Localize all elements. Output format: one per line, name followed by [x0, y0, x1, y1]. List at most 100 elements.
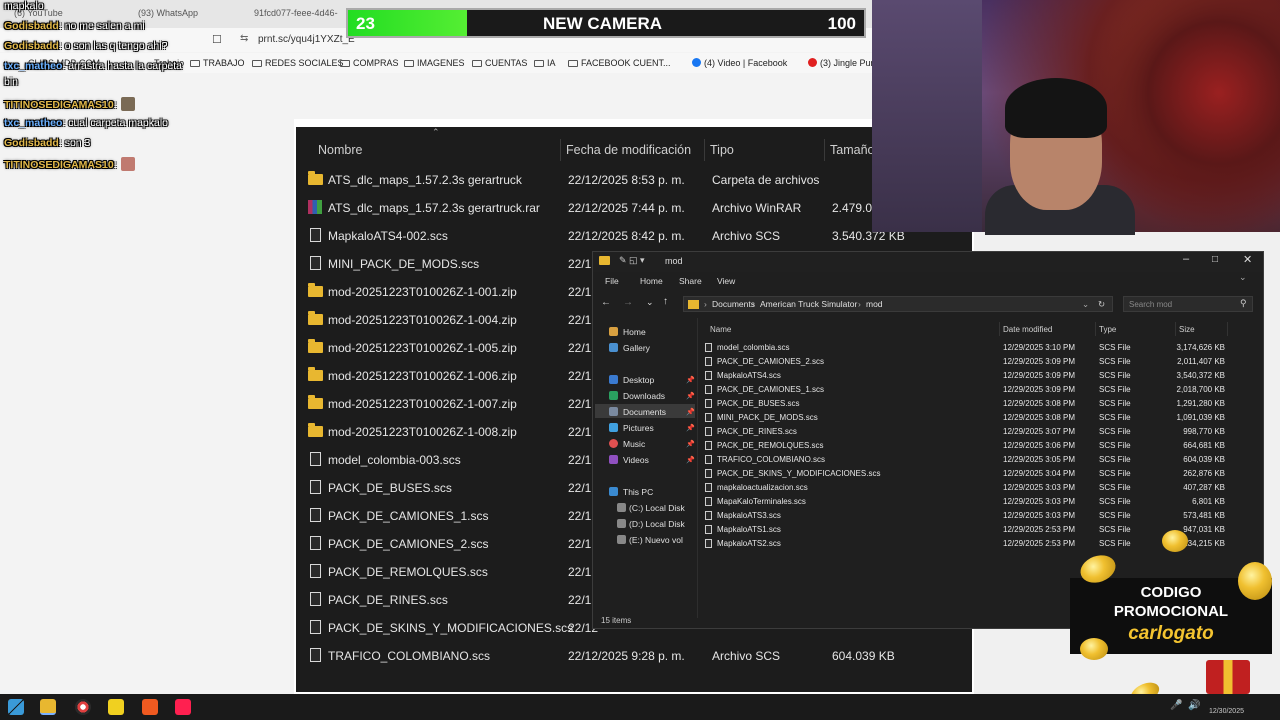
back-arrow-icon[interactable]: ← — [601, 297, 611, 308]
bookmark-item[interactable]: IA — [534, 58, 556, 68]
file-row[interactable]: MapkaloATS3.scs 12/29/2025 3:03 PM SCS Fil… — [701, 509, 1256, 523]
pin-icon[interactable]: 📌 — [686, 424, 695, 432]
breadcrumb[interactable]: › Documents › American Truck Simulator ›… — [683, 296, 1113, 312]
file-row[interactable]: mapkaloactualizacion.scs 12/29/2025 3:03 … — [701, 481, 1256, 495]
bookmark-item[interactable]: (3) Jingle Pun — [808, 58, 876, 68]
address-url[interactable]: prnt.sc/yqu4j1YXZt_E — [258, 34, 355, 45]
file-row[interactable]: TRAFICO_COLOMBIANO.scs 12/29/2025 3:05 PM… — [701, 453, 1256, 467]
refresh-icon[interactable]: ↻ — [1098, 299, 1105, 310]
search-input[interactable]: Search mod ⚲ — [1123, 296, 1253, 312]
file-row[interactable]: PACK_DE_CAMIONES_1.scs 12/29/2025 3:09 PM… — [701, 383, 1256, 397]
nav-desktop[interactable]: Desktop — [609, 375, 654, 385]
file-size: 407,287 KB — [1183, 483, 1225, 492]
file-row[interactable]: MINI_PACK_DE_MODS.scs 12/29/2025 3:08 PM S… — [701, 411, 1256, 425]
taskbar-date: 12/30/2025 — [1208, 708, 1244, 715]
file-name: PACK_DE_RINES.scs — [328, 593, 448, 607]
column-header-type[interactable]: Tipo — [710, 143, 734, 157]
recent-locations-icon[interactable]: ⌄ — [646, 297, 654, 308]
column-header-type[interactable]: Type — [1099, 325, 1116, 334]
browser-tab[interactable]: (93) WhatsApp — [138, 8, 198, 18]
column-header-size[interactable]: Size — [1179, 325, 1195, 334]
nav-downloads[interactable]: Downloads — [609, 391, 665, 401]
file-icon — [310, 592, 321, 606]
maximize-button[interactable]: □ — [1212, 254, 1218, 265]
nav-drive-e[interactable]: (E:) Nuevo vol — [617, 535, 683, 545]
menu-home[interactable]: Home — [640, 276, 663, 286]
file-row[interactable]: PACK_DE_REMOLQUES.scs 12/29/2025 3:06 PM S… — [701, 439, 1256, 453]
pin-icon[interactable]: 📌 — [686, 376, 695, 384]
column-header-name[interactable]: Nombre — [318, 143, 362, 157]
file-type: SCS File — [1099, 483, 1131, 492]
bookmark-item[interactable]: COMPRAS — [340, 58, 399, 68]
chat-message: TITINOSEDIGAMAS10: — [4, 157, 135, 171]
bookmark-star-icon[interactable]: ☐ — [212, 33, 222, 46]
pin-icon[interactable]: 📌 — [686, 392, 695, 400]
column-header-name[interactable]: Name — [710, 325, 731, 334]
up-arrow-icon[interactable]: ↑ — [663, 296, 668, 307]
file-row[interactable]: MapaKaloTerminales.scs 12/29/2025 3:03 PM… — [701, 495, 1256, 509]
bookmark-item[interactable]: REDES SOCIALES — [252, 58, 344, 68]
forward-arrow-icon[interactable]: → — [623, 297, 633, 308]
quick-access-toolbar-icon[interactable]: ✎ ◱ ▾ — [619, 255, 645, 266]
menu-share[interactable]: Share — [679, 276, 702, 286]
file-icon — [705, 343, 712, 352]
column-header-size[interactable]: Tamaño — [830, 143, 874, 157]
file-row[interactable]: TRAFICO_COLOMBIANO.scs 22/12/2025 9:28 p.… — [296, 643, 972, 671]
home-icon — [609, 327, 618, 336]
bookmark-item[interactable]: CUENTAS — [472, 58, 527, 68]
file-row[interactable]: model_colombia.scs 12/29/2025 3:10 PM SCS … — [701, 341, 1256, 355]
close-button[interactable]: ✕ — [1243, 253, 1252, 266]
nav-documents[interactable]: Documents — [609, 407, 666, 417]
nav-this-pc[interactable]: This PC — [609, 487, 653, 497]
start-icon[interactable] — [8, 699, 24, 715]
bookmark-item[interactable]: IMAGENES — [404, 58, 465, 68]
chrome-icon[interactable] — [75, 699, 91, 715]
menu-file[interactable]: File — [605, 276, 619, 286]
file-row[interactable]: PACK_DE_BUSES.scs 12/29/2025 3:08 PM SCS F… — [701, 397, 1256, 411]
nav-drive-d[interactable]: (D:) Local Disk — [617, 519, 685, 529]
ribbon-expand-icon[interactable]: ⌄ — [1239, 272, 1247, 283]
nav-gallery[interactable]: Gallery — [609, 343, 650, 353]
browser-tab[interactable]: 91fcd077-feee-4d46- — [254, 8, 338, 18]
file-type: SCS File — [1099, 413, 1131, 422]
file-row[interactable]: PACK_DE_SKINS_Y_MODIFICACIONES.scs 12/29/… — [701, 467, 1256, 481]
file-explorer-icon[interactable] — [40, 699, 56, 715]
brave-icon[interactable] — [142, 699, 158, 715]
nav-pictures[interactable]: Pictures — [609, 423, 654, 433]
minimize-button[interactable]: – — [1183, 253, 1189, 265]
breadcrumb-mod[interactable]: mod — [866, 299, 883, 309]
chevron-down-icon[interactable]: ⌄ — [1082, 299, 1089, 310]
pin-icon[interactable]: 📌 — [686, 408, 695, 416]
nav-drive-c[interactable]: (C:) Local Disk — [617, 503, 685, 513]
tiktok-icon[interactable] — [175, 699, 191, 715]
bookmark-item[interactable]: (4) Video | Facebook — [692, 58, 787, 68]
nav-music[interactable]: Music — [609, 439, 645, 449]
volume-icon[interactable]: 🔊 — [1188, 700, 1200, 711]
camera-goal-title: NEW CAMERA — [543, 14, 662, 33]
gift-icon — [1206, 660, 1250, 694]
bookmark-item[interactable]: TRABAJO — [190, 58, 245, 68]
pin-icon[interactable]: 📌 — [686, 440, 695, 448]
sticky-notes-icon[interactable] — [108, 699, 124, 715]
nav-home[interactable]: Home — [609, 327, 646, 337]
file-size: 947,031 KB — [1183, 525, 1225, 534]
nav-videos[interactable]: Videos — [609, 455, 649, 465]
file-date: 12/29/2025 3:08 PM — [1003, 413, 1076, 422]
file-row[interactable]: PACK_DE_RINES.scs 12/29/2025 3:07 PM SCS F… — [701, 425, 1256, 439]
menu-view[interactable]: View — [717, 276, 735, 286]
microphone-icon[interactable]: 🎤 — [1170, 700, 1182, 711]
breadcrumb-documents[interactable]: Documents — [712, 299, 755, 309]
file-type: SCS File — [1099, 399, 1131, 408]
breadcrumb-ats[interactable]: American Truck Simulator — [760, 299, 857, 309]
file-icon — [705, 483, 712, 492]
file-row[interactable]: PACK_DE_CAMIONES_2.scs 12/29/2025 3:09 PM… — [701, 355, 1256, 369]
file-type: SCS File — [1099, 497, 1131, 506]
camera-goal-target: 100 — [827, 14, 856, 33]
column-header-date[interactable]: Date modified — [1003, 325, 1052, 334]
column-header-date[interactable]: Fecha de modificación — [566, 143, 691, 157]
site-info-icon[interactable]: ⇆ — [240, 33, 248, 44]
bookmark-item[interactable]: FACEBOOK CUENT... — [568, 58, 671, 68]
file-row[interactable]: MapkaloATS4.scs 12/29/2025 3:09 PM SCS Fil… — [701, 369, 1256, 383]
pin-icon[interactable]: 📌 — [686, 456, 695, 464]
gallery-icon — [609, 343, 618, 352]
